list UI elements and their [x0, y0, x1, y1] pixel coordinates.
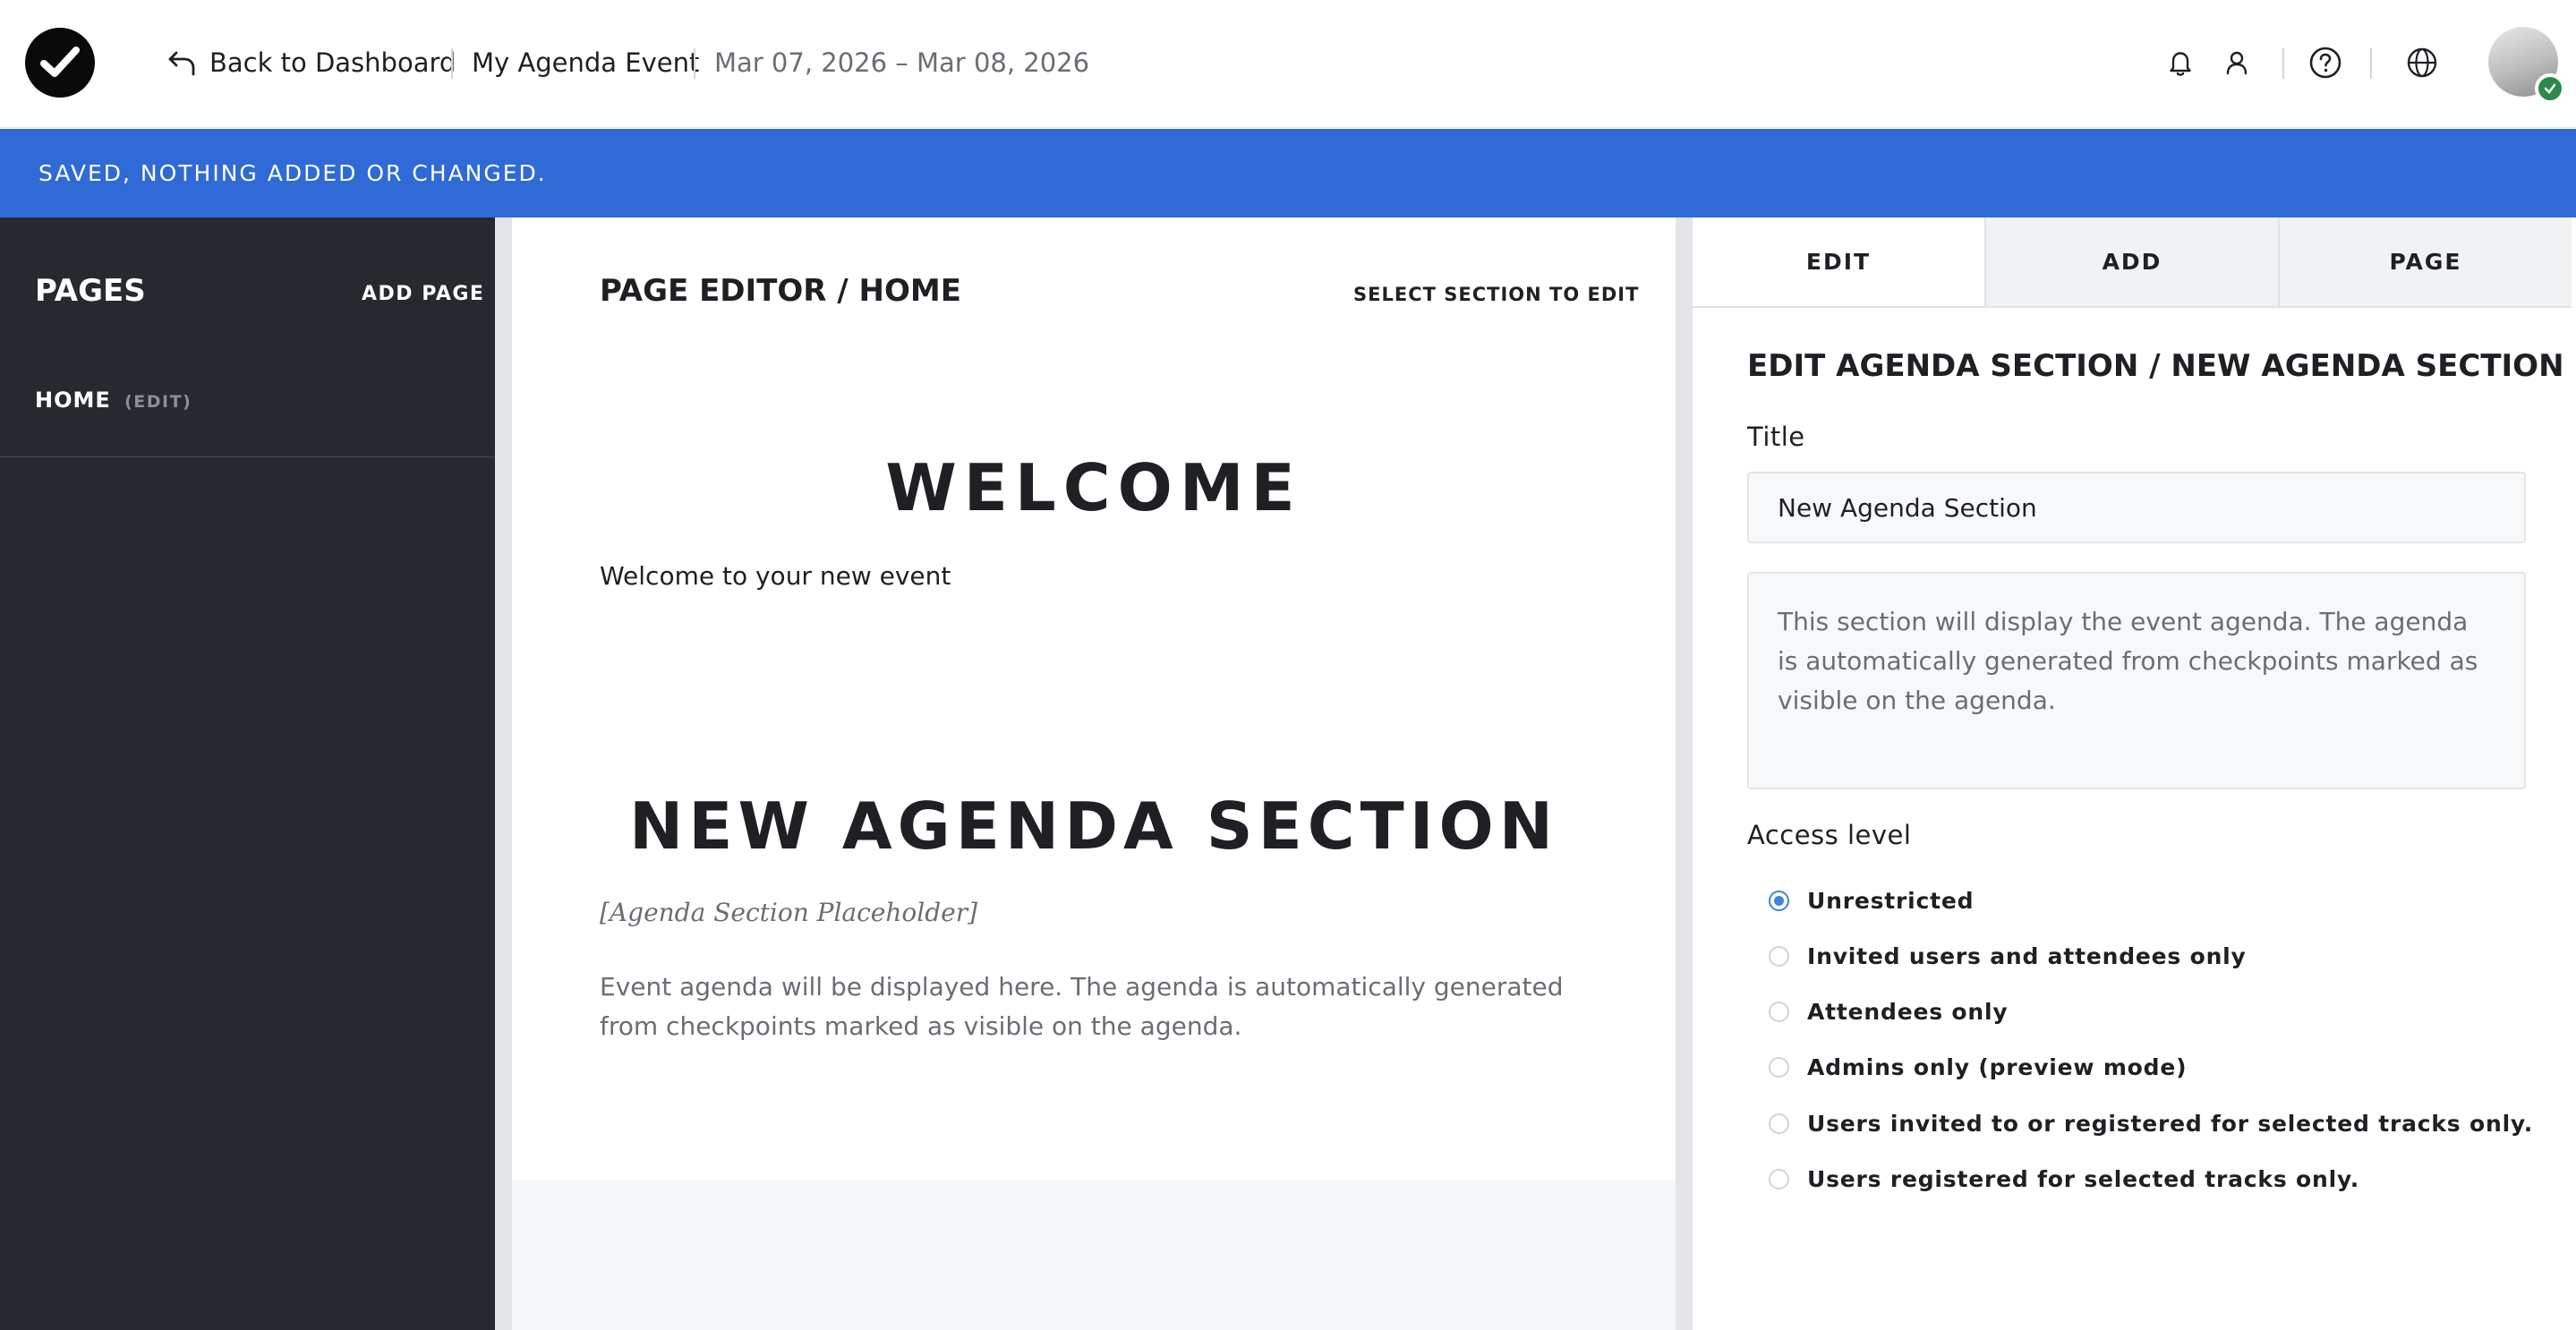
access-option-label: Unrestricted: [1807, 887, 1975, 914]
avatar[interactable]: [2488, 27, 2565, 104]
page-editor: PAGE EDITOR / HOME SELECT SECTION TO EDI…: [512, 217, 1676, 1330]
access-option-attendees-only[interactable]: Attendees only: [1769, 995, 2008, 1027]
help-button[interactable]: [2306, 43, 2345, 82]
sidebar-item-edit-link[interactable]: (EDIT): [124, 392, 192, 412]
radio-button[interactable]: [1769, 945, 1789, 967]
agenda-section-placeholder: [Agenda Section Placeholder]: [600, 898, 978, 927]
radio-button[interactable]: [1769, 890, 1789, 911]
sidebar-item-home[interactable]: HOME (EDIT): [35, 388, 192, 413]
account-button[interactable]: [2217, 43, 2256, 82]
pages-sidebar: PAGES ADD PAGE HOME (EDIT): [0, 217, 495, 1330]
sidebar-item-label: HOME: [35, 388, 111, 413]
status-banner: SAVED, NOTHING ADDED OR CHANGED.: [0, 129, 2576, 217]
access-option-label: Admins only (preview mode): [1807, 1053, 2188, 1080]
radio-button[interactable]: [1769, 1056, 1789, 1078]
panel-gutter: [1676, 217, 1693, 1330]
sidebar-title: PAGES: [35, 273, 146, 309]
header-separator: [2370, 48, 2372, 79]
select-section-hint: SELECT SECTION TO EDIT: [1353, 284, 1640, 305]
panel-tabs: EDIT ADD PAGE: [1693, 217, 2572, 308]
sidebar-divider: [0, 456, 495, 457]
access-option-invited-or-registered-tracks[interactable]: Users invited to or registered for selec…: [1769, 1107, 2533, 1139]
event-dates: Mar 07, 2026 – Mar 08, 2026: [714, 47, 1090, 78]
globe-icon: [2407, 47, 2437, 78]
access-option-label: Users invited to or registered for selec…: [1807, 1110, 2534, 1137]
panel-gutter: [495, 217, 512, 1330]
agenda-section-body: Event agenda will be displayed here. The…: [600, 972, 1564, 1041]
add-page-button[interactable]: ADD PAGE: [362, 283, 484, 305]
access-option-invited-and-attendees[interactable]: Invited users and attendees only: [1769, 940, 2247, 972]
editor-title: PAGE EDITOR / HOME: [600, 273, 961, 309]
verified-badge-icon: [2535, 73, 2565, 104]
top-header: Back to Dashboard My Agenda Event Mar 07…: [0, 0, 2576, 128]
back-to-dashboard-link[interactable]: Back to Dashboard: [166, 45, 456, 81]
radio-button[interactable]: [1769, 1168, 1789, 1189]
header-separator: [451, 48, 453, 79]
access-option-label: Invited users and attendees only: [1807, 942, 2247, 969]
access-option-unrestricted[interactable]: Unrestricted: [1769, 884, 1974, 917]
edit-panel: EDIT ADD PAGE EDIT AGENDA SECTION / NEW …: [1693, 217, 2576, 1330]
welcome-section-heading[interactable]: WELCOME: [512, 450, 1676, 525]
tab-page[interactable]: PAGE: [2278, 217, 2572, 306]
app-logo[interactable]: [25, 28, 95, 98]
notifications-button[interactable]: [2161, 43, 2200, 82]
access-level-label: Access level: [1747, 820, 1912, 850]
agenda-section-heading[interactable]: NEW AGENDA SECTION: [512, 789, 1676, 864]
checkmark-icon: [40, 47, 80, 77]
access-option-registered-tracks[interactable]: Users registered for selected tracks onl…: [1769, 1163, 2359, 1195]
help-icon: [2309, 47, 2341, 79]
tab-edit[interactable]: EDIT: [1693, 217, 1984, 306]
radio-button[interactable]: [1769, 1113, 1789, 1134]
welcome-section-body[interactable]: Welcome to your new event: [600, 561, 951, 591]
header-separator: [2282, 48, 2284, 79]
access-option-label: Attendees only: [1807, 998, 2009, 1025]
return-arrow-icon: [168, 51, 195, 76]
agenda-info-box: This section will display the event agen…: [1747, 572, 2526, 789]
user-icon: [2226, 51, 2248, 75]
title-input[interactable]: [1747, 472, 2526, 543]
access-option-admins-only[interactable]: Admins only (preview mode): [1769, 1051, 2187, 1083]
back-to-dashboard-label: Back to Dashboard: [209, 47, 456, 78]
header-separator: [694, 48, 695, 79]
tab-add[interactable]: ADD: [1984, 217, 2278, 306]
radio-button[interactable]: [1769, 1001, 1789, 1022]
bell-icon: [2170, 52, 2191, 76]
title-field-label: Title: [1747, 422, 1805, 452]
language-button[interactable]: [2402, 43, 2442, 82]
editor-canvas: PAGE EDITOR / HOME SELECT SECTION TO EDI…: [512, 217, 1676, 1181]
access-option-label: Users registered for selected tracks onl…: [1807, 1165, 2360, 1192]
event-name: My Agenda Event: [472, 47, 700, 78]
panel-title: EDIT AGENDA SECTION / NEW AGENDA SECTION: [1747, 348, 2564, 384]
